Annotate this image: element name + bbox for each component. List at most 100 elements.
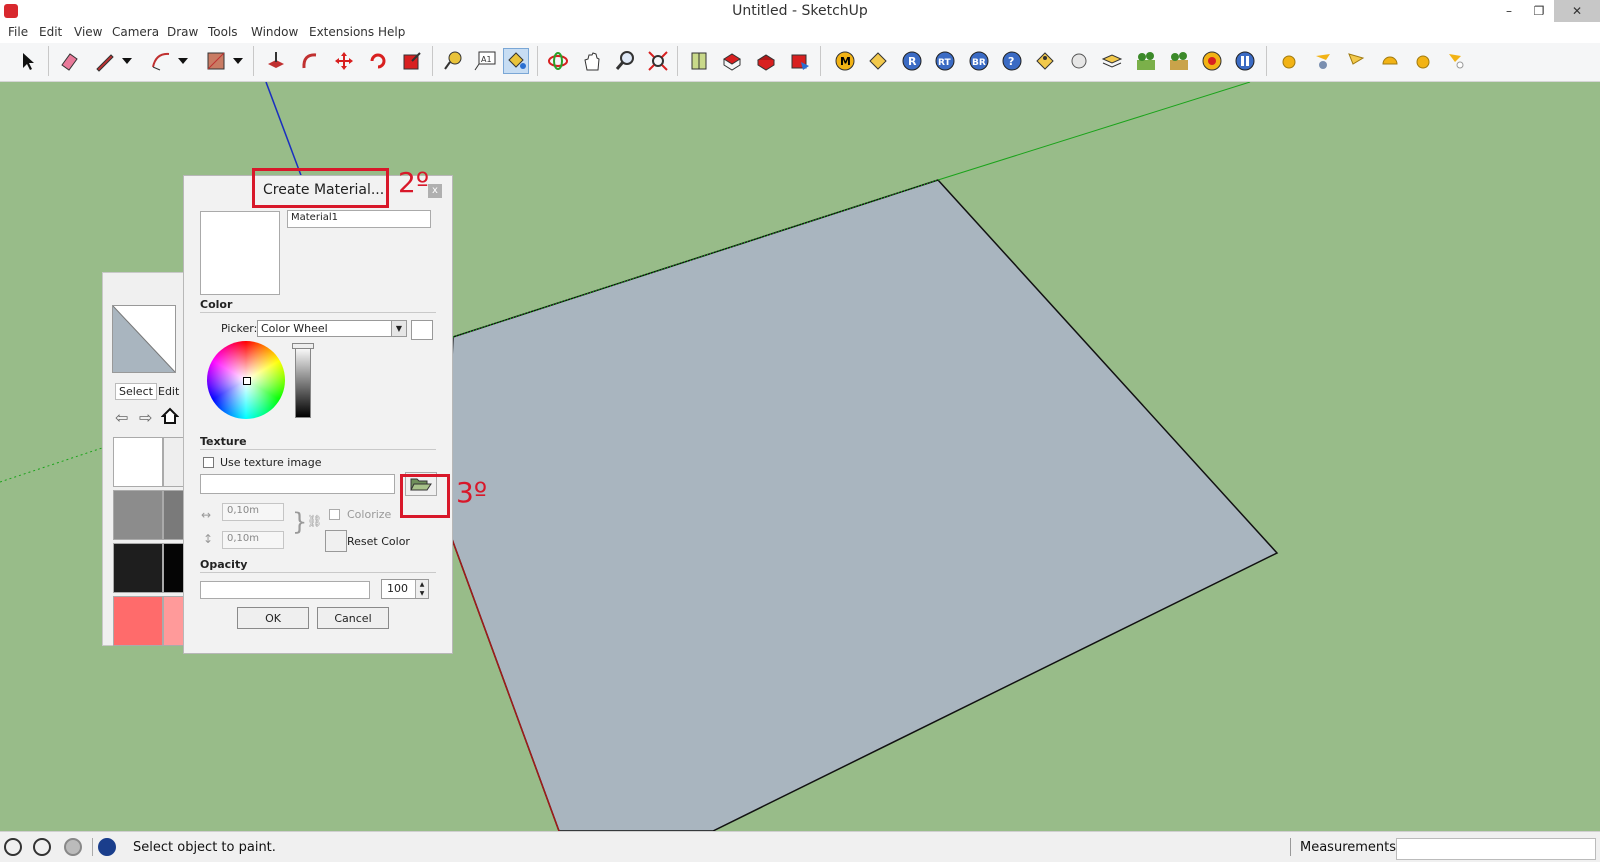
dialog-close-button[interactable]: x [428,184,442,198]
chevron-down-icon[interactable] [176,48,190,74]
material-swatch[interactable] [113,543,163,593]
instructor-help-icon[interactable] [98,838,116,856]
divider [200,572,436,573]
close-button[interactable]: ✕ [1554,0,1600,22]
restore-button[interactable]: ❐ [1524,0,1554,22]
material-preview [112,305,176,373]
material-name-input[interactable]: Material1 [287,210,431,228]
components-icon[interactable] [719,48,745,74]
material-swatch[interactable] [163,490,185,540]
texture-path-input[interactable] [200,474,395,494]
tab-select[interactable]: Select [115,383,157,400]
color-sample[interactable] [411,320,433,340]
geo-location-icon[interactable] [4,838,22,856]
half-sphere-icon[interactable] [1377,48,1403,74]
pan-hand-icon[interactable] [579,48,605,74]
eraser-icon[interactable] [56,48,82,74]
label-tag-icon[interactable] [1032,48,1058,74]
menu-extensions[interactable]: Extensions [309,25,374,39]
menu-file[interactable]: File [8,25,28,39]
user-account-icon[interactable] [64,838,82,856]
minimize-button[interactable]: – [1494,0,1524,22]
extension-warehouse-icon[interactable] [787,48,813,74]
push-pull-icon[interactable] [263,48,289,74]
target-icon[interactable] [1199,48,1225,74]
menu-camera[interactable]: Camera [112,25,159,39]
orbit-icon[interactable] [545,48,571,74]
scale-icon[interactable] [399,48,425,74]
brightness-handle[interactable] [292,343,314,349]
follow-me-icon[interactable] [297,48,323,74]
opacity-spinbox[interactable]: 100 ▲ ▼ [381,579,429,599]
material-swatch[interactable] [113,490,163,540]
reset-color-label[interactable]: Reset Color [347,535,410,548]
texture-height-input[interactable]: 0,10m [222,531,284,549]
landscape-edit-icon[interactable] [1166,48,1192,74]
text-tool-icon[interactable]: A1 [472,48,498,74]
color-wheel[interactable] [207,341,285,419]
forward-arrow-icon[interactable]: ⇨ [139,408,152,427]
lamp-icon[interactable] [1310,48,1336,74]
rectangle-shape-icon[interactable] [203,48,229,74]
chevron-down-icon[interactable] [231,48,245,74]
arc-icon[interactable] [148,48,174,74]
sphere-light-icon[interactable] [1410,48,1436,74]
help-question-icon[interactable]: ? [999,48,1025,74]
large-toolset: A1 M R RT BR ? [0,43,1600,82]
chevron-down-icon[interactable] [120,48,134,74]
menu-window[interactable]: Window [251,25,298,39]
back-arrow-icon[interactable]: ⇦ [115,408,128,427]
menu-view[interactable]: View [74,25,102,39]
brightness-slider[interactable] [295,346,311,418]
extension-br-icon[interactable]: BR [966,48,992,74]
extension-m-icon[interactable]: M [832,48,858,74]
chevron-down-icon[interactable]: ▼ [391,321,406,336]
sphere-icon[interactable] [1066,48,1092,74]
paint-bucket-icon[interactable] [503,48,529,74]
menu-tools[interactable]: Tools [208,25,238,39]
sun-dot-icon[interactable] [1276,48,1302,74]
zoom-extents-icon[interactable] [645,48,671,74]
material-swatch[interactable] [163,437,185,487]
home-icon[interactable] [160,407,180,428]
light-pin-icon[interactable] [1443,48,1469,74]
select-arrow-icon[interactable] [14,48,40,74]
picker-select[interactable]: Color Wheel ▼ [257,320,407,337]
tag-icon[interactable] [865,48,891,74]
pause-icon[interactable] [1232,48,1258,74]
layers-icon[interactable] [1099,48,1125,74]
landscape-icon[interactable] [1133,48,1159,74]
material-swatch[interactable] [113,596,163,646]
ok-button[interactable]: OK [237,607,309,629]
move-icon[interactable] [331,48,357,74]
spin-arrows-icon[interactable]: ▲ ▼ [415,580,428,598]
texture-width-input[interactable]: 0,10m [222,503,284,521]
material-swatch[interactable] [163,543,185,593]
reset-color-swatch[interactable] [325,530,347,552]
opacity-section-heading: Opacity [200,558,248,571]
tab-edit[interactable]: Edit [158,385,179,398]
measurements-input[interactable] [1396,838,1596,860]
material-swatch[interactable] [163,596,185,646]
opacity-slider[interactable] [200,581,370,599]
chain-link-icon[interactable]: ⛓ [307,514,322,528]
zoom-icon[interactable] [612,48,638,74]
extension-r-icon[interactable]: R [899,48,925,74]
tape-measure-icon[interactable] [440,48,466,74]
section-plane-icon[interactable] [686,48,712,74]
menu-help[interactable]: Help [378,25,405,39]
3d-warehouse-icon[interactable] [753,48,779,74]
use-texture-checkbox[interactable] [203,457,214,468]
spotlight-icon[interactable] [1343,48,1369,74]
material-swatch[interactable] [113,437,163,487]
menu-edit[interactable]: Edit [39,25,62,39]
menu-draw[interactable]: Draw [167,25,198,39]
extension-rt-icon[interactable]: RT [932,48,958,74]
colorize-checkbox[interactable] [329,509,340,520]
cancel-button[interactable]: Cancel [317,607,389,629]
rotate-icon[interactable] [365,48,391,74]
color-wheel-marker[interactable] [243,377,251,385]
credits-icon[interactable] [33,838,51,856]
svg-text:RT: RT [938,58,952,68]
pencil-line-icon[interactable] [92,48,118,74]
